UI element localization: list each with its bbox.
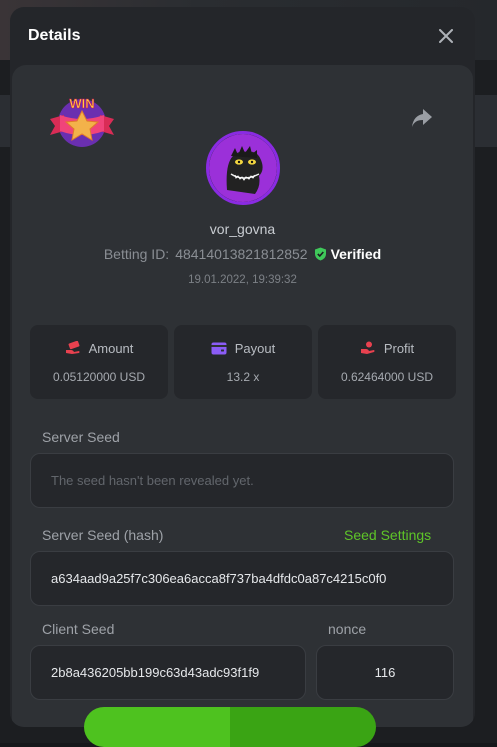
stat-amount-value: 0.05120000 USD bbox=[53, 370, 145, 384]
money-hand-icon bbox=[65, 341, 81, 355]
verified-label: Verified bbox=[331, 246, 382, 262]
bet-stats: Amount 0.05120000 USD Payout 13.2 x Prof… bbox=[30, 325, 456, 399]
stat-amount-header: Amount bbox=[65, 341, 134, 356]
stat-profit-header: Profit bbox=[360, 341, 414, 356]
client-seed-value: 2b8a436205bb199c63d43adc93f1f9 bbox=[51, 665, 259, 680]
win-badge-icon: WIN bbox=[46, 93, 118, 151]
share-button[interactable] bbox=[410, 107, 434, 129]
server-seed-hash-field[interactable]: a634aad9a25f7c306ea6acca8f737ba4dfdc0a87… bbox=[30, 551, 454, 606]
stat-profit-label: Profit bbox=[384, 341, 414, 356]
client-seed-field[interactable]: 2b8a436205bb199c63d43adc93f1f9 bbox=[30, 645, 306, 700]
stat-amount-label: Amount bbox=[89, 341, 134, 356]
nonce-label: nonce bbox=[328, 621, 366, 637]
seed-settings-link[interactable]: Seed Settings bbox=[344, 527, 431, 543]
betting-id-label: Betting ID: bbox=[104, 246, 169, 262]
server-seed-label: Server Seed bbox=[42, 429, 120, 445]
betting-id-value: 48414013821812852 bbox=[175, 246, 307, 262]
stat-payout-header: Payout bbox=[211, 341, 275, 356]
stat-profit: Profit 0.62464000 USD bbox=[318, 325, 456, 399]
avatar bbox=[206, 131, 280, 205]
details-modal: Details WIN bbox=[10, 7, 475, 727]
shield-check-icon bbox=[314, 247, 327, 261]
avatar-image bbox=[209, 134, 277, 202]
nonce-field[interactable]: 116 bbox=[316, 645, 454, 700]
server-seed-hash-label: Server Seed (hash) bbox=[42, 527, 163, 543]
close-icon bbox=[439, 29, 453, 43]
stat-payout-label: Payout bbox=[235, 341, 275, 356]
stat-payout-value: 13.2 x bbox=[227, 370, 260, 384]
share-arrow-icon bbox=[410, 107, 434, 129]
server-seed-hash-value: a634aad9a25f7c306ea6acca8f737ba4dfdc0a87… bbox=[51, 571, 386, 586]
stat-profit-value: 0.62464000 USD bbox=[341, 370, 433, 384]
close-button[interactable] bbox=[435, 25, 457, 47]
modal-header: Details bbox=[10, 7, 475, 65]
stat-amount: Amount 0.05120000 USD bbox=[30, 325, 168, 399]
wallet-icon bbox=[211, 342, 227, 355]
betting-id-row: Betting ID: 48414013821812852 Verified bbox=[12, 246, 473, 262]
username: vor_govna bbox=[12, 221, 473, 237]
profit-hand-icon bbox=[360, 341, 376, 355]
verify-button[interactable] bbox=[84, 707, 376, 747]
server-seed-placeholder: The seed hasn't been revealed yet. bbox=[51, 473, 254, 488]
verified-badge: Verified bbox=[314, 246, 382, 262]
bet-details-panel: WIN vor_govna Betting ID: 48414013821812… bbox=[12, 65, 473, 727]
modal-title: Details bbox=[28, 27, 80, 45]
nonce-value: 116 bbox=[375, 665, 396, 680]
server-seed-field[interactable]: The seed hasn't been revealed yet. bbox=[30, 453, 454, 508]
client-seed-label: Client Seed bbox=[42, 621, 114, 637]
win-badge-text: WIN bbox=[69, 96, 94, 111]
bet-timestamp: 19.01.2022, 19:39:32 bbox=[12, 274, 473, 286]
stat-payout: Payout 13.2 x bbox=[174, 325, 312, 399]
